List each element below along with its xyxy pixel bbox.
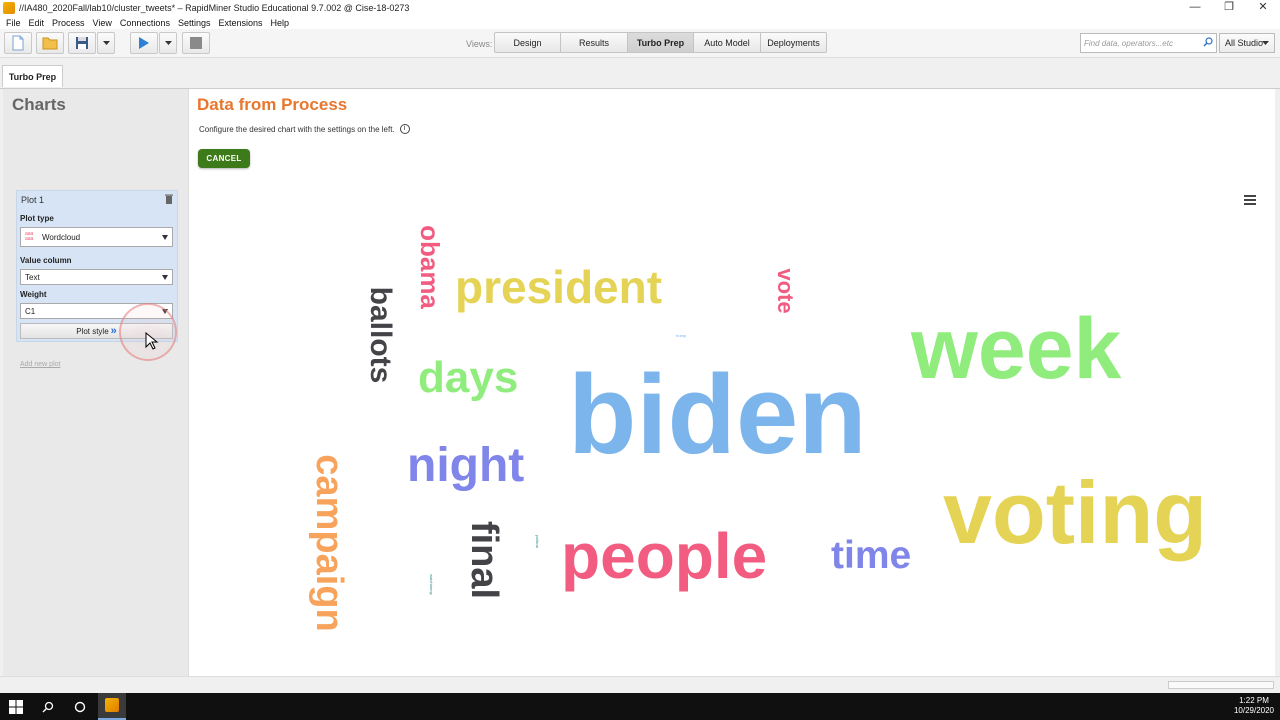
search-placeholder: Find data, operators...etc — [1084, 38, 1173, 48]
word-final: final — [463, 520, 505, 600]
word-vote: vote — [773, 268, 798, 314]
plot-name: Plot 1 — [21, 195, 45, 205]
chart-instructions-text: Configure the desired chart with the set… — [199, 124, 395, 134]
view-tab-strip: Turbo Prep — [0, 59, 1280, 89]
word-night: night — [407, 439, 525, 492]
save-icon — [76, 37, 88, 49]
save-dropdown-button[interactable] — [97, 32, 115, 54]
chevron-down-icon — [102, 40, 110, 45]
menu-process[interactable]: Process — [52, 18, 85, 28]
plot-type-select[interactable]: aaa aaa Wordcloud — [20, 227, 173, 247]
run-button[interactable] — [130, 32, 158, 54]
wordcloud-icon: aaa aaa — [25, 231, 34, 242]
stop-button[interactable] — [182, 32, 210, 54]
chart-instructions: Configure the desired chart with the set… — [199, 124, 410, 134]
menu-extensions[interactable]: Extensions — [218, 18, 262, 28]
weight-value: C1 — [25, 306, 36, 316]
view-results-button[interactable]: Results — [561, 32, 628, 53]
views-switcher: Design Results Turbo Prep Auto Model Dep… — [494, 32, 827, 54]
clock-time: 1:22 PM — [1239, 696, 1269, 705]
windows-start-icon[interactable] — [7, 698, 25, 716]
studio-scope-value: All Studio — [1225, 38, 1264, 48]
run-dropdown-button[interactable] — [159, 32, 177, 54]
open-process-button[interactable] — [36, 32, 64, 54]
double-chevron-right-icon: » — [110, 325, 117, 337]
word-campaign: campaign — [308, 454, 350, 632]
plot-style-label: Plot style — [76, 326, 109, 336]
menu-file[interactable]: File — [6, 18, 21, 28]
word-trump: trump — [676, 333, 687, 338]
word-watchtrump: watchtrump — [428, 574, 434, 595]
folder-icon — [42, 37, 58, 50]
save-button[interactable] — [68, 32, 96, 54]
windows-taskbar: 1:22 PM 10/29/2020 — [0, 693, 1280, 720]
chevron-down-icon — [162, 275, 168, 280]
menu-settings[interactable]: Settings — [178, 18, 211, 28]
title-bar: //IA480_2020Fall/lab10/cluster_tweets* –… — [0, 0, 1280, 16]
info-icon[interactable]: i — [399, 124, 410, 134]
menu-connections[interactable]: Connections — [120, 18, 170, 28]
menu-edit[interactable]: Edit — [29, 18, 45, 28]
data-from-process-title: Data from Process — [197, 95, 348, 114]
word-week: week — [911, 301, 1122, 397]
system-clock[interactable]: 1:22 PM 10/29/2020 — [1234, 696, 1274, 716]
clock-date: 10/29/2020 — [1233, 706, 1274, 715]
play-icon — [139, 37, 149, 49]
views-label: Views: — [466, 39, 493, 49]
rapidminer-app-icon — [105, 698, 119, 712]
mouse-cursor-icon — [145, 332, 159, 350]
trash-icon[interactable] — [165, 194, 173, 204]
menu-bar: File Edit Process View Connections Setti… — [0, 16, 1280, 29]
global-search-input[interactable]: Find data, operators...etc — [1080, 33, 1217, 53]
chevron-down-icon — [1262, 41, 1269, 45]
rapidminer-taskbar-button[interactable] — [98, 693, 126, 720]
search-icon — [1203, 37, 1213, 47]
new-document-icon — [12, 35, 24, 51]
charts-sidebar: Charts Plot 1 Plot type aaa aaa Wordcloud… — [3, 89, 189, 676]
word-days: days — [418, 353, 519, 402]
view-turbo-prep-button[interactable]: Turbo Prep — [628, 32, 694, 53]
memory-indicator — [1168, 681, 1274, 689]
chevron-down-icon — [164, 40, 172, 45]
cancel-button[interactable]: CANCEL — [198, 149, 250, 168]
word-political: political — [535, 534, 541, 549]
window-title: //IA480_2020Fall/lab10/cluster_tweets* –… — [19, 3, 410, 13]
value-column-select[interactable]: Text — [20, 269, 173, 285]
minimize-button[interactable]: — — [1178, 0, 1212, 16]
value-column-value: Text — [25, 272, 40, 282]
window-controls: — ❐ ✕ — [1178, 0, 1280, 16]
status-bar — [0, 676, 1280, 693]
chevron-down-icon — [162, 235, 168, 240]
rapidminer-logo-icon — [3, 2, 15, 14]
word-voting: voting — [943, 463, 1207, 562]
menu-help[interactable]: Help — [271, 18, 290, 28]
new-process-button[interactable] — [4, 32, 32, 54]
add-new-plot-link[interactable]: Add new plot — [20, 361, 60, 368]
word-ballots: ballots — [364, 286, 397, 384]
weight-label: Weight — [20, 290, 47, 299]
plot-type-value: Wordcloud — [42, 232, 81, 242]
close-button[interactable]: ✕ — [1246, 0, 1280, 16]
chart-menu-icon[interactable] — [1244, 195, 1256, 205]
tab-turbo-prep[interactable]: Turbo Prep — [2, 65, 63, 87]
value-column-label: Value column — [20, 256, 72, 265]
view-design-button[interactable]: Design — [494, 32, 561, 53]
word-president: president — [455, 261, 663, 313]
view-deployments-button[interactable]: Deployments — [761, 32, 827, 53]
view-auto-model-button[interactable]: Auto Model — [694, 32, 761, 53]
restore-button[interactable]: ❐ — [1212, 0, 1246, 16]
plot-type-label: Plot type — [20, 214, 54, 223]
charts-heading: Charts — [12, 95, 66, 114]
studio-scope-select[interactable]: All Studio — [1219, 33, 1275, 53]
word-people: people — [561, 520, 768, 592]
search-icon[interactable] — [39, 698, 57, 716]
cortana-icon[interactable] — [71, 698, 89, 716]
word-obama: obama — [415, 225, 445, 309]
word-biden: biden — [568, 352, 867, 477]
stop-icon — [190, 37, 202, 49]
chart-main-panel: Data from Process Configure the desired … — [189, 89, 1275, 676]
word-time: time — [831, 534, 912, 577]
menu-view[interactable]: View — [93, 18, 112, 28]
